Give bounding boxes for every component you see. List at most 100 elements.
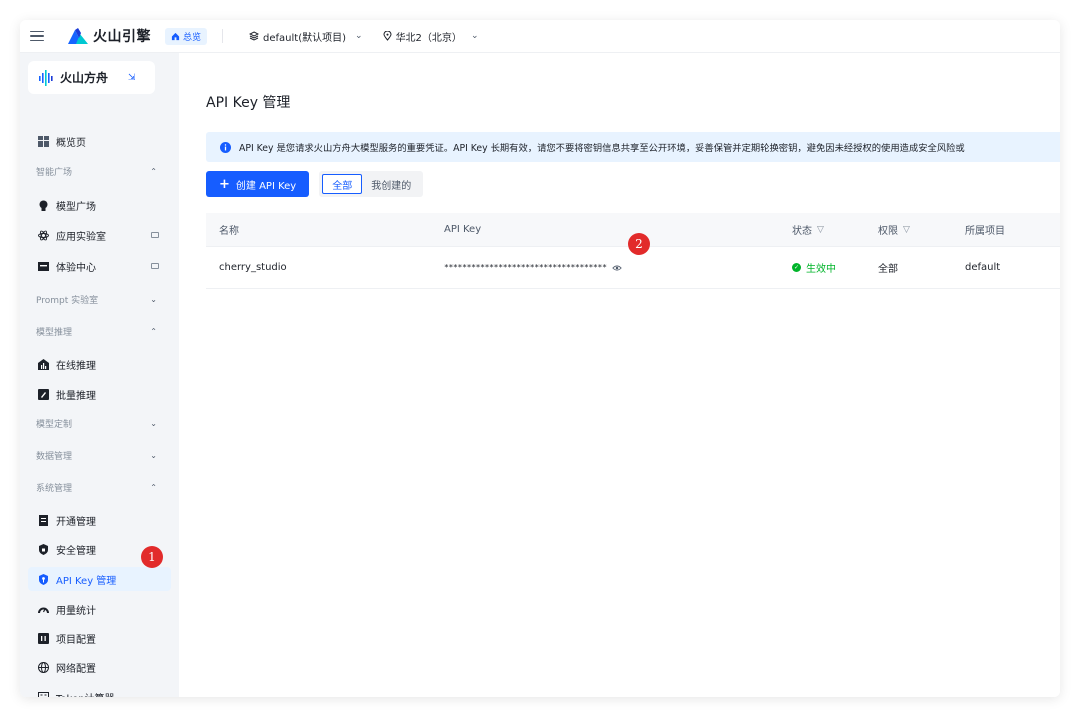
nav-group-label: 智能广场 xyxy=(36,167,73,178)
brand-name: 火山引擎 xyxy=(93,29,151,45)
external-window-icon xyxy=(151,263,159,269)
overview-label: 总览 xyxy=(183,32,202,43)
sidebar-item[interactable]: 应用实验室 xyxy=(28,223,171,247)
sidebar-item-label: 用量统计 xyxy=(56,605,96,617)
sidebar-item-label: 概览页 xyxy=(56,137,86,149)
rocket-icon xyxy=(38,388,49,400)
brand-logo[interactable]: 火山引擎 xyxy=(68,26,151,46)
sidebar-item-label: 安全管理 xyxy=(56,545,96,557)
filter-icon[interactable]: ▽ xyxy=(903,225,910,235)
chart-icon xyxy=(38,358,49,370)
product-switcher[interactable]: 火山方舟 ⇲ xyxy=(28,61,155,94)
masked-key: ************************************ xyxy=(444,263,607,272)
project-label: default(默认项目) xyxy=(263,32,347,44)
chevron-down-icon: ⌄ xyxy=(150,450,157,460)
location-pin-icon xyxy=(383,31,392,41)
tab-all[interactable]: 全部 xyxy=(322,174,363,194)
alert-text: API Key 是您请求火山方舟大模型服务的重要凭证。API Key 长期有效，… xyxy=(239,143,965,154)
eye-icon[interactable] xyxy=(611,264,622,272)
sidebar-item-label: Token计算器 xyxy=(56,690,114,698)
product-name: 火山方舟 xyxy=(60,71,109,85)
chevron-down-icon: ⌄ xyxy=(150,294,157,304)
chevron-up-icon: ⌃ xyxy=(150,166,157,176)
header-status-label: 状态 xyxy=(792,226,812,237)
atom-icon xyxy=(38,230,49,241)
home-icon xyxy=(171,32,180,40)
nav-group[interactable]: 模型定制 ⌄ xyxy=(28,413,171,433)
grid-icon xyxy=(38,135,49,147)
sidebar-item[interactable]: 项目配置 xyxy=(28,626,171,650)
collapse-icon[interactable]: ⇲ xyxy=(128,73,136,83)
chevron-down-icon: ⌄ xyxy=(150,418,157,428)
menu-icon[interactable] xyxy=(30,30,44,42)
nav-group-label: 系统管理 xyxy=(36,483,73,494)
chevron-down-icon: ⌄ xyxy=(355,31,363,41)
info-icon xyxy=(220,141,231,153)
nav-group-label: 模型定制 xyxy=(36,419,73,430)
nav-group-label: 数据管理 xyxy=(36,451,73,462)
filter-icon[interactable]: ▽ xyxy=(817,225,824,235)
annotation-badge-1: 1 xyxy=(141,546,163,568)
header-project: 所属项目 xyxy=(965,226,1005,237)
sidebar-item[interactable]: 网络配置 xyxy=(28,655,171,679)
nav-group[interactable]: Prompt 实验室 ⌄ xyxy=(28,289,171,309)
sidebar-item-label: API Key 管理 xyxy=(56,575,117,587)
calculator-icon xyxy=(38,691,49,697)
layers-icon xyxy=(249,31,260,41)
header-name: 名称 xyxy=(219,226,239,237)
nav-group[interactable]: 模型推理 ⌃ xyxy=(28,321,171,341)
chevron-up-icon: ⌃ xyxy=(150,482,157,492)
sidebar-item[interactable]: 在线推理 xyxy=(28,352,171,376)
plus-icon: + xyxy=(219,176,230,192)
project-selector[interactable]: default(默认项目) ⌄ xyxy=(249,29,363,44)
row-project: default xyxy=(965,262,1001,273)
nav-group[interactable]: 数据管理 ⌄ xyxy=(28,445,171,465)
app-window: 火山引擎 总览 default(默认项目) ⌄ 华北2（北京） ⌄ 火山方舟 ⇲… xyxy=(20,20,1060,697)
sidebar-item[interactable]: 批量推理 xyxy=(28,382,171,406)
sidebar-item[interactable]: 概览页 xyxy=(28,129,171,153)
sidebar-item-label: 在线推理 xyxy=(56,360,96,372)
volcano-logo-icon xyxy=(68,28,88,44)
tab-mine[interactable]: 我创建的 xyxy=(362,174,420,194)
sidebar-item-label: 项目配置 xyxy=(56,634,96,646)
main-content: API Key 管理 API Key 是您请求火山方舟大模型服务的重要凭证。AP… xyxy=(179,53,1060,697)
doc-icon xyxy=(38,514,49,526)
sidebar-item[interactable]: 开通管理 xyxy=(28,508,171,532)
nav-group[interactable]: 系统管理 ⌃ xyxy=(28,477,171,497)
chevron-up-icon: ⌃ xyxy=(150,326,157,336)
sidebar-item[interactable]: API Key 管理 xyxy=(28,567,171,591)
sidebar-item-label: 批量推理 xyxy=(56,390,96,402)
shield-icon xyxy=(38,543,49,555)
top-bar: 火山引擎 总览 default(默认项目) ⌄ 华北2（北京） ⌄ xyxy=(20,20,1060,53)
nav-group-label: Prompt 实验室 xyxy=(36,295,99,306)
sidebar-item[interactable]: 用量统计 xyxy=(28,597,171,621)
folder-icon xyxy=(38,632,49,644)
sidebar-item-label: 开通管理 xyxy=(56,516,96,528)
sidebar-item-label: 体验中心 xyxy=(56,262,96,274)
nav-group[interactable]: 智能广场 ⌃ xyxy=(28,161,171,181)
nav-group-label: 模型推理 xyxy=(36,327,73,338)
globe-icon xyxy=(38,661,49,673)
region-label: 华北2（北京） xyxy=(395,32,462,44)
header-status[interactable]: 状态 ▽ xyxy=(792,222,824,238)
topbar-divider xyxy=(222,29,224,43)
check-circle-icon: ✓ xyxy=(792,263,801,272)
overview-button[interactable]: 总览 xyxy=(165,27,208,45)
row-permission: 全部 xyxy=(878,264,898,275)
row-status: ✓ 生效中 xyxy=(792,260,836,275)
sidebar-item[interactable]: 模型广场 xyxy=(28,193,171,217)
sidebar-item-label: 模型广场 xyxy=(56,201,96,213)
row-api-key: ************************************ xyxy=(444,263,622,272)
filter-tabs: 全部 我创建的 xyxy=(319,171,424,197)
toolbar: + 创建 API Key 全部 我创建的 xyxy=(206,171,424,197)
ark-logo-icon xyxy=(39,69,53,86)
sidebar-item-label: 应用实验室 xyxy=(56,231,106,243)
region-selector[interactable]: 华北2（北京） ⌄ xyxy=(383,29,479,44)
header-permission[interactable]: 权限 ▽ xyxy=(878,222,910,238)
sidebar-item-label: 网络配置 xyxy=(56,663,96,675)
row-name: cherry_studio xyxy=(219,262,287,273)
chevron-down-icon: ⌄ xyxy=(470,31,479,41)
sidebar-item[interactable]: 体验中心 xyxy=(28,254,171,278)
sidebar-item[interactable]: Token计算器 xyxy=(28,685,171,697)
create-api-key-button[interactable]: + 创建 API Key xyxy=(206,171,310,197)
